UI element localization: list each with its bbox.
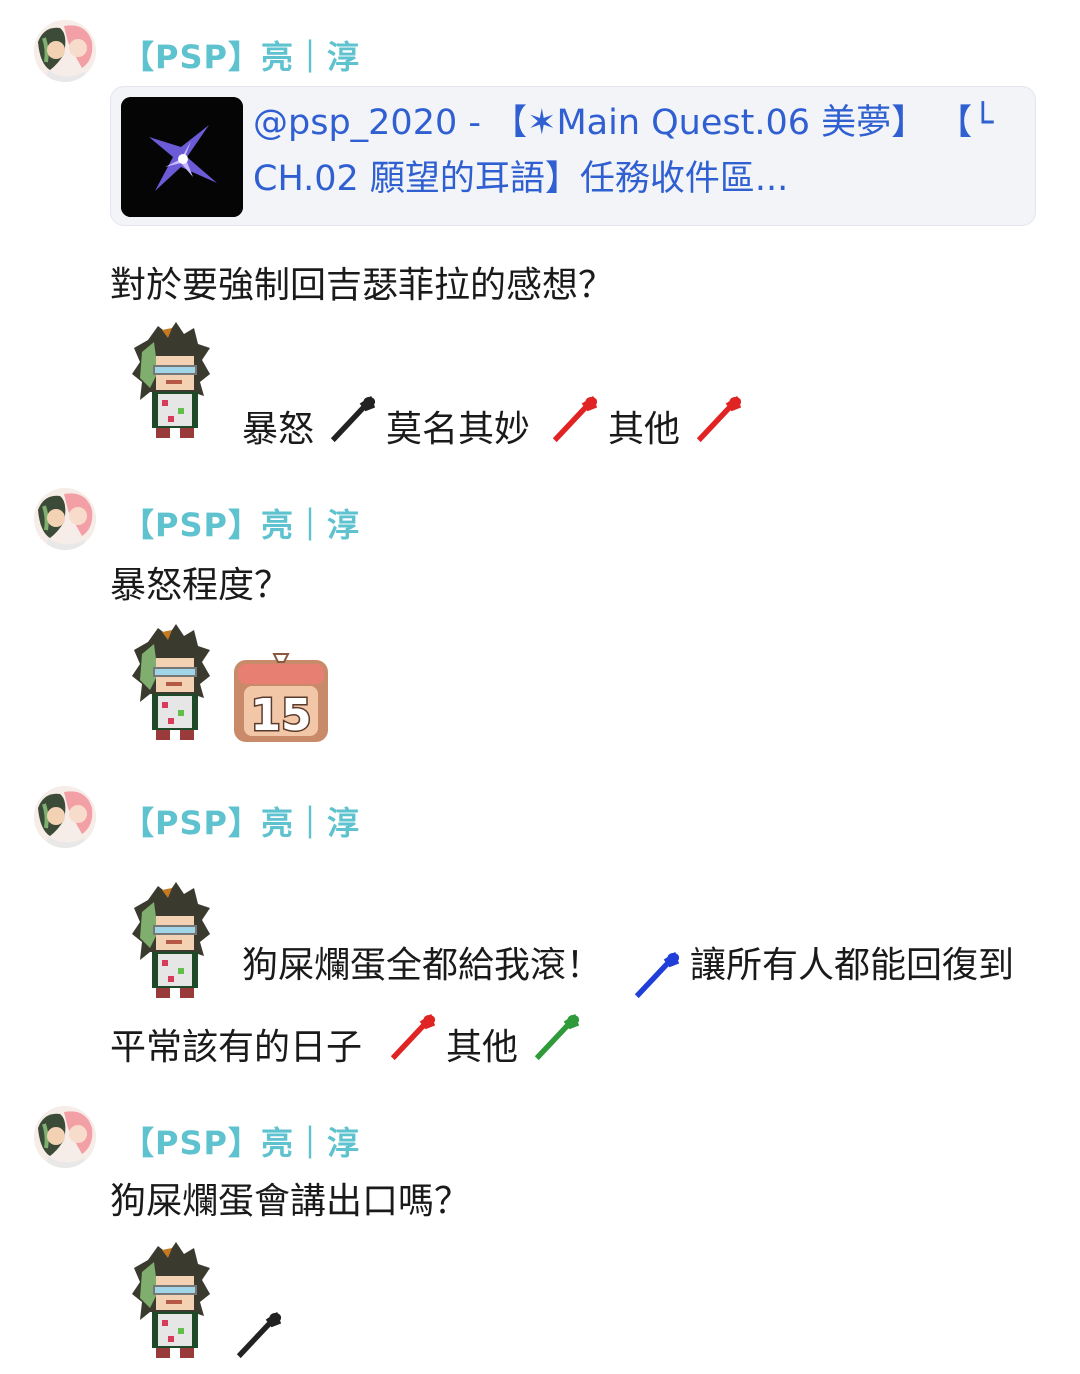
sender-name[interactable]: 【PSP】亮｜淳	[122, 798, 360, 844]
user-avatar[interactable]	[34, 488, 96, 550]
option-label: 其他	[608, 409, 681, 450]
sender-name[interactable]: 【PSP】亮｜淳	[122, 500, 360, 546]
star-thumbnail-icon	[121, 97, 243, 217]
user-avatar[interactable]	[34, 1106, 96, 1168]
message-text: 狗屎爛蛋會講出口嗎？	[110, 1181, 471, 1222]
message-text: 對於要強制回吉瑟菲拉的感想？	[110, 265, 615, 306]
sender-name[interactable]: 【PSP】亮｜淳	[122, 32, 360, 78]
horn-icon	[390, 1013, 436, 1061]
option-label: 平常該有的日子	[110, 1027, 363, 1068]
option-label: 莫名其妙	[386, 409, 531, 450]
horn-icon	[236, 1311, 282, 1359]
user-avatar[interactable]	[34, 20, 96, 82]
horn-icon	[534, 1013, 580, 1061]
horn-icon	[696, 395, 742, 443]
horn-icon	[330, 395, 376, 443]
horn-icon	[634, 951, 680, 999]
user-avatar-icon	[34, 488, 96, 550]
sender-name[interactable]: 【PSP】亮｜淳	[122, 1118, 360, 1164]
pixel-character-sticker	[131, 322, 211, 439]
user-avatar-icon	[34, 20, 96, 82]
calendar-icon: 15	[232, 652, 330, 744]
option-label: 暴怒	[242, 409, 315, 450]
message-text: 暴怒程度？	[110, 565, 291, 606]
pixel-character-sticker	[131, 1242, 211, 1359]
user-avatar-icon	[34, 786, 96, 848]
user-avatar-icon	[34, 1106, 96, 1168]
quoted-message[interactable]: @psp_2020 - 【✶Main Quest.06 美夢】 【└ CH.02…	[110, 86, 1036, 226]
quoted-message-text[interactable]: @psp_2020 - 【✶Main Quest.06 美夢】 【└ CH.02…	[253, 95, 1023, 207]
pixel-character-sticker	[131, 624, 211, 741]
option-label: 讓所有人都能回復到	[690, 945, 1015, 986]
calendar-number: 15	[250, 690, 311, 741]
pixel-character-sticker	[131, 882, 211, 999]
option-label: 狗屎爛蛋全都給我滾！	[242, 945, 603, 986]
user-avatar[interactable]	[34, 786, 96, 848]
option-label: 其他	[446, 1027, 519, 1068]
horn-icon	[552, 395, 598, 443]
